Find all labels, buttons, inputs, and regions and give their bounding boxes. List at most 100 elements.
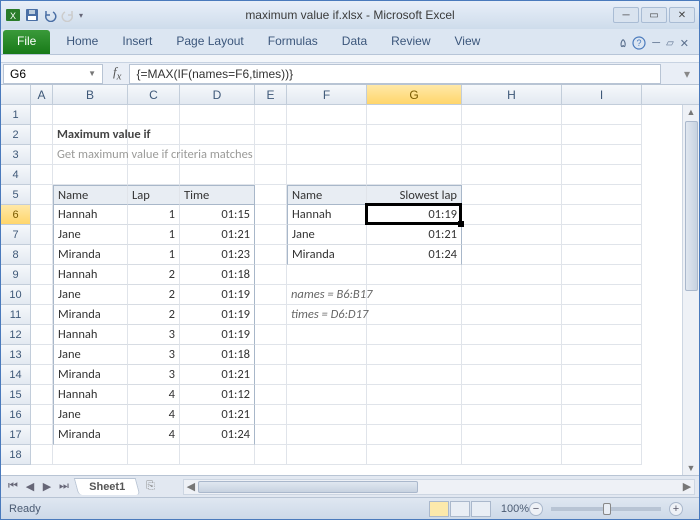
cell[interactable] (31, 245, 53, 265)
qat-dropdown-icon[interactable]: ▾ (79, 11, 83, 20)
cell[interactable] (462, 105, 562, 125)
cell[interactable]: Miranda (53, 305, 128, 325)
row-header-2[interactable]: 2 (1, 125, 31, 145)
cell[interactable] (462, 305, 562, 325)
tab-insert[interactable]: Insert (110, 29, 164, 54)
cell[interactable] (180, 165, 255, 185)
cell[interactable] (255, 325, 287, 345)
cell[interactable]: Miranda (287, 245, 367, 265)
cell[interactable] (562, 145, 642, 165)
cell[interactable]: Jane (287, 225, 367, 245)
cell[interactable]: Maximum value if (53, 125, 128, 145)
cell[interactable] (367, 305, 462, 325)
cell[interactable] (287, 265, 367, 285)
cell[interactable] (367, 405, 462, 425)
cell[interactable] (31, 105, 53, 125)
col-header-B[interactable]: B (53, 85, 128, 104)
cell[interactable] (31, 205, 53, 225)
cell[interactable] (31, 345, 53, 365)
cell[interactable] (367, 425, 462, 445)
cell[interactable]: Hannah (53, 265, 128, 285)
cell[interactable]: 4 (128, 405, 180, 425)
cell[interactable] (53, 165, 128, 185)
cell[interactable]: 01:23 (180, 245, 255, 265)
row-header-8[interactable]: 8 (1, 245, 31, 265)
cell[interactable] (287, 105, 367, 125)
cell[interactable] (367, 125, 462, 145)
cell[interactable] (180, 445, 255, 465)
cell[interactable]: Name (287, 185, 367, 205)
cell[interactable]: 2 (128, 285, 180, 305)
formula-expand-icon[interactable]: ▾ (679, 67, 695, 81)
tab-home[interactable]: Home (54, 29, 110, 54)
cell[interactable]: 01:19 (180, 305, 255, 325)
cell[interactable]: 01:15 (180, 205, 255, 225)
cell[interactable] (367, 365, 462, 385)
cell[interactable] (31, 265, 53, 285)
row-header-11[interactable]: 11 (1, 305, 31, 325)
cell[interactable]: 01:12 (180, 385, 255, 405)
cell[interactable]: Jane (53, 285, 128, 305)
row-header-14[interactable]: 14 (1, 365, 31, 385)
cell[interactable]: Hannah (53, 385, 128, 405)
cell[interactable] (255, 185, 287, 205)
col-header-E[interactable]: E (255, 85, 287, 104)
cell[interactable]: names = B6:B17 (287, 285, 367, 305)
cell[interactable] (562, 245, 642, 265)
vscroll-thumb[interactable] (685, 121, 698, 291)
cell[interactable] (31, 225, 53, 245)
cell[interactable] (255, 205, 287, 225)
row-header-17[interactable]: 17 (1, 425, 31, 445)
ribbon-minimize-icon[interactable]: ۵ (620, 36, 626, 50)
cell[interactable] (462, 265, 562, 285)
cell[interactable] (31, 385, 53, 405)
cell[interactable]: Slowest lap (367, 185, 462, 205)
horizontal-scrollbar[interactable]: ◀ ▶ (183, 479, 695, 495)
cell[interactable]: 01:24 (180, 425, 255, 445)
zoom-slider-knob[interactable] (603, 503, 611, 515)
zoom-out-button[interactable]: − (529, 502, 543, 516)
window-restore-icon[interactable]: ▱ (666, 38, 674, 49)
sheet-prev-icon[interactable]: ◀ (22, 479, 38, 495)
cell[interactable] (53, 445, 128, 465)
cell[interactable]: 1 (128, 225, 180, 245)
cell[interactable] (562, 405, 642, 425)
cell[interactable]: 01:19 (180, 325, 255, 345)
cell[interactable]: 01:21 (180, 365, 255, 385)
tab-formulas[interactable]: Formulas (256, 29, 330, 54)
cell[interactable]: 1 (128, 205, 180, 225)
cell[interactable] (287, 445, 367, 465)
col-header-H[interactable]: H (462, 85, 562, 104)
cell[interactable]: 2 (128, 305, 180, 325)
cell[interactable]: Name (53, 185, 128, 205)
row-header-15[interactable]: 15 (1, 385, 31, 405)
cell[interactable] (287, 145, 367, 165)
cell[interactable]: 2 (128, 265, 180, 285)
window-close-icon[interactable]: ✕ (680, 37, 689, 50)
cell[interactable] (462, 385, 562, 405)
cell[interactable] (462, 325, 562, 345)
cell[interactable] (255, 225, 287, 245)
worksheet-grid[interactable]: A B C D E F G H I 12Maximum value if3Get… (1, 85, 699, 475)
cell[interactable] (255, 145, 287, 165)
view-normal-button[interactable] (429, 501, 449, 517)
cell[interactable] (367, 325, 462, 345)
cell[interactable]: Hannah (53, 325, 128, 345)
cell[interactable]: Lap (128, 185, 180, 205)
cell[interactable] (255, 265, 287, 285)
window-min-icon[interactable]: ─ (652, 37, 660, 49)
cell[interactable] (462, 185, 562, 205)
cell[interactable] (180, 125, 255, 145)
row-header-12[interactable]: 12 (1, 325, 31, 345)
cell[interactable] (128, 165, 180, 185)
cell[interactable] (562, 305, 642, 325)
view-page-layout-button[interactable] (450, 501, 470, 517)
scroll-up-icon[interactable]: ▲ (683, 105, 699, 119)
cell[interactable] (367, 285, 462, 305)
cell[interactable]: Jane (53, 345, 128, 365)
sheet-next-icon[interactable]: ▶ (39, 479, 55, 495)
cell[interactable] (31, 325, 53, 345)
cell[interactable] (31, 445, 53, 465)
cell[interactable] (31, 305, 53, 325)
cell[interactable] (562, 105, 642, 125)
